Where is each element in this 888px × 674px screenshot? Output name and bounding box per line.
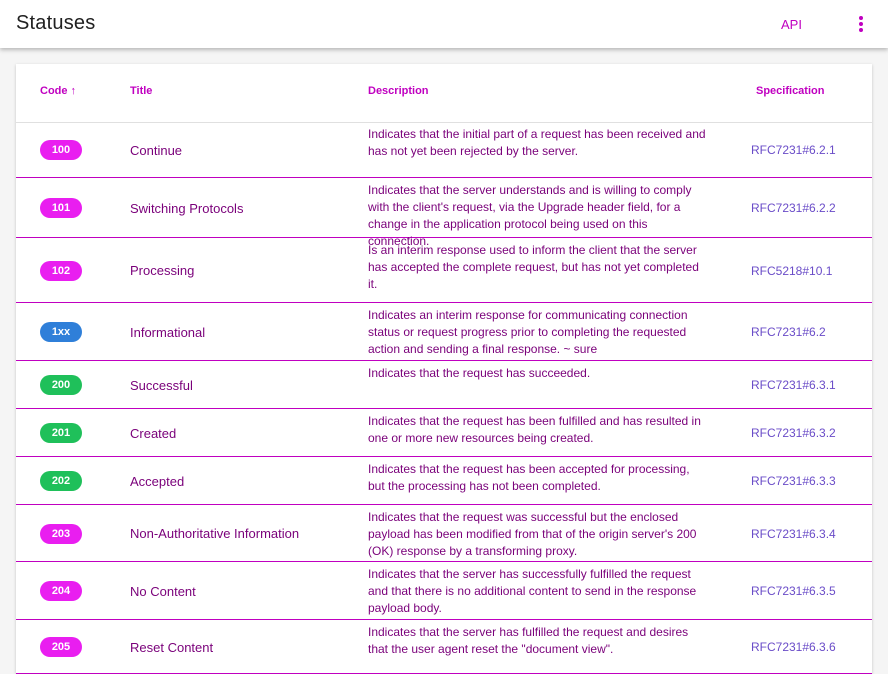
status-description: Is an interim response used to inform th…: [368, 243, 699, 291]
more-vertical-icon[interactable]: [853, 14, 869, 34]
status-title: Switching Protocols: [130, 201, 244, 216]
status-description: Indicates that the request has been fulf…: [368, 414, 701, 445]
table-row[interactable]: 204 No Content Indicates that the server h…: [16, 562, 872, 620]
specification-link[interactable]: RFC7231#6.2.1: [751, 143, 836, 157]
table-row[interactable]: 101 Switching Protocols Indicates that the…: [16, 178, 872, 248]
status-code-badge: 200: [40, 375, 82, 395]
status-code-badge: 1xx: [40, 322, 82, 342]
status-title: Reset Content: [130, 640, 214, 655]
status-code-badge: 203: [40, 524, 82, 544]
table-row[interactable]: 203 Non-Authoritative Information Indicate…: [16, 505, 872, 562]
status-title: Informational: [130, 325, 206, 340]
status-code-badge: 202: [40, 471, 82, 491]
table-row[interactable]: 1xx Informational Indicates an interim res…: [16, 303, 872, 361]
status-title: No Content: [130, 584, 196, 599]
status-description: Indicates that the request has succeeded…: [368, 366, 591, 380]
status-code-badge: 201: [40, 423, 82, 443]
status-title: Created: [130, 426, 177, 441]
status-title: Non-Authoritative Information: [130, 526, 300, 541]
column-header-description: Description: [368, 85, 429, 97]
status-description: Indicates that the server has fulfilled …: [368, 625, 689, 656]
specification-link[interactable]: RFC7231#6.3.4: [751, 527, 836, 541]
column-header-code-label: Code: [40, 85, 68, 97]
table-row[interactable]: 102 Processing Is an interim response used…: [16, 238, 872, 303]
specification-link[interactable]: RFC7231#6.2: [751, 325, 826, 339]
status-table: Code ↑ Title Description Specification 10…: [16, 64, 872, 674]
specification-link[interactable]: RFC7231#6.3.2: [751, 426, 836, 440]
specification-link[interactable]: RFC7231#6.3.5: [751, 584, 836, 598]
status-title: Continue: [130, 143, 183, 158]
api-link[interactable]: API: [781, 17, 802, 32]
specification-link[interactable]: RFC7231#6.2.2: [751, 201, 836, 215]
table-row[interactable]: 200 Successful Indicates that the request …: [16, 361, 872, 409]
table-row[interactable]: 201 Created Indicates that the request has…: [16, 409, 872, 457]
status-description: Indicates that the request has been acce…: [368, 462, 690, 493]
sort-ascending-icon[interactable]: ↑: [71, 85, 77, 97]
status-code-badge: 205: [40, 637, 82, 657]
app-bar: Statuses API: [0, 0, 888, 48]
table-header: Code ↑ Title Description Specification: [16, 64, 872, 123]
status-description: Indicates that the initial part of a req…: [368, 127, 706, 158]
page-title: Statuses: [16, 12, 96, 34]
status-description: Indicates that the server has successful…: [368, 567, 697, 615]
table-row[interactable]: 100 Continue Indicates that the initial pa…: [16, 122, 872, 178]
status-code-badge: 100: [40, 140, 82, 160]
status-description: Indicates that the request was successfu…: [368, 510, 697, 558]
column-header-specification: Specification: [756, 85, 825, 97]
status-title: Processing: [130, 263, 195, 278]
status-code-badge: 204: [40, 581, 82, 601]
status-code-badge: 102: [40, 261, 82, 281]
status-code-badge: 101: [40, 198, 82, 218]
specification-link[interactable]: RFC5218#10.1: [751, 264, 832, 278]
status-description: Indicates an interim response for commun…: [368, 308, 688, 356]
table-row[interactable]: 202 Accepted Indicates that the request ha…: [16, 457, 872, 505]
specification-link[interactable]: RFC7231#6.3.6: [751, 640, 836, 654]
status-title: Successful: [130, 378, 193, 393]
specification-link[interactable]: RFC7231#6.3.1: [751, 378, 836, 392]
status-title: Accepted: [130, 474, 185, 489]
column-header-code[interactable]: Code ↑: [40, 85, 76, 97]
specification-link[interactable]: RFC7231#6.3.3: [751, 474, 836, 488]
column-header-title: Title: [130, 85, 153, 97]
